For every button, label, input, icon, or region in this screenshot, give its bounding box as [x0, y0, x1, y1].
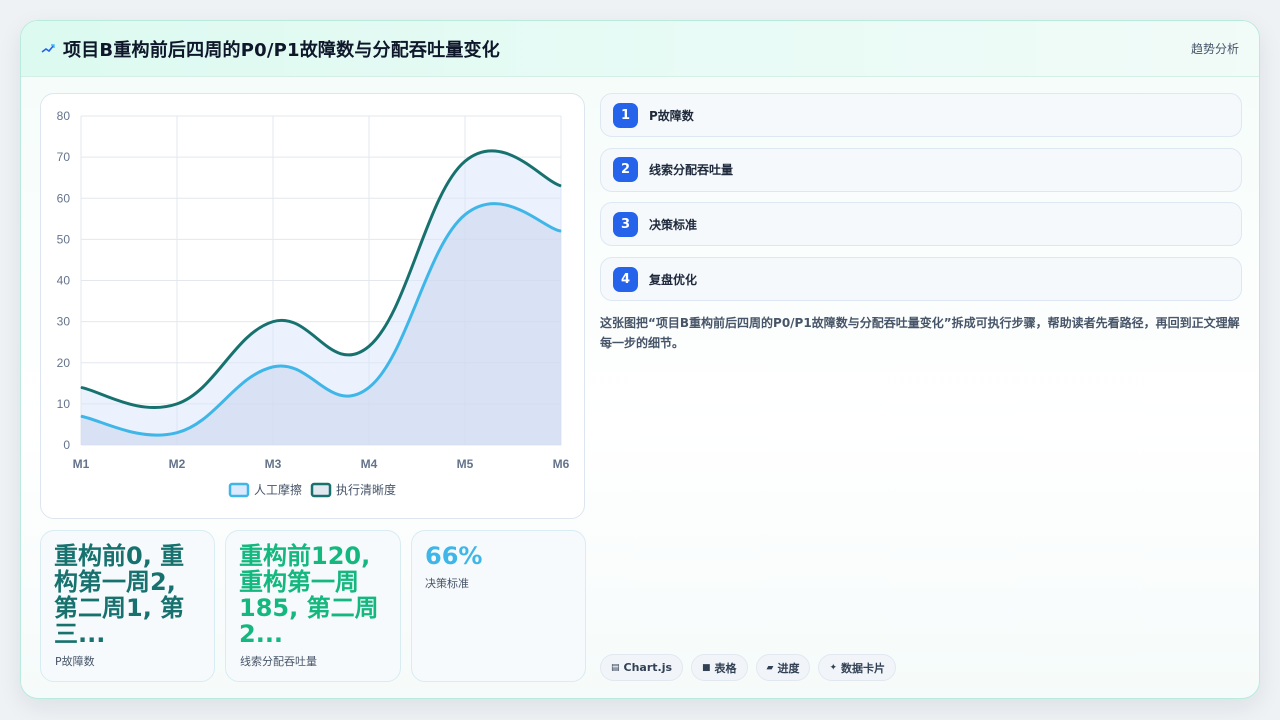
y-tick-label: 80 [57, 109, 71, 123]
stat-card-incidents: 重构前0, 重构第一周2, 第二周1, 第三... P故障数 [40, 530, 215, 682]
y-tick-label: 20 [57, 356, 71, 370]
data-point [176, 432, 178, 434]
stat-card-criteria: 66% 决策标准 [411, 530, 586, 682]
step-label: 复盘优化 [649, 272, 698, 287]
data-point [176, 403, 178, 405]
y-tick-label: 50 [57, 232, 71, 246]
step-number-badge: 1 [613, 102, 638, 128]
data-point [272, 366, 274, 368]
steps-list: 1 P故障数 2 线索分配吞吐量 3 决策标准 4 复盘优化 [600, 93, 1242, 312]
page-title: 项目B重构前后四周的P0/P1故障数与分配吞吐量变化 [63, 39, 500, 61]
chip-label: 数据卡片 [841, 661, 886, 675]
data-point [272, 321, 274, 323]
step-label: 决策标准 [649, 217, 698, 232]
data-point [368, 345, 370, 347]
y-tick-label: 40 [57, 274, 71, 288]
tech-chips: ▤ Chart.js ■ 表格 ▰ 进度 ✦ 数据卡片 [600, 654, 897, 681]
step-item[interactable]: 2 线索分配吞吐量 [600, 147, 1242, 192]
y-tick-label: 70 [57, 150, 71, 164]
y-tick-label: 10 [57, 397, 71, 411]
x-tick-label: M6 [553, 457, 570, 471]
stat-value: 66% [425, 542, 483, 570]
stat-value: 重构前0, 重构第一周2, 第二周1, 第三... [54, 542, 185, 648]
step-number-badge: 2 [613, 157, 638, 183]
step-number-badge: 4 [613, 266, 638, 292]
main-card: 项目B重构前后四周的P0/P1故障数与分配吞吐量变化 趋势分析 0 10 20 30 4… [20, 20, 1260, 699]
stat-value: 重构前120, 重构第一周185, 第二周2... [239, 542, 379, 648]
chip-label: 表格 [714, 661, 737, 675]
chart-icon: ▤ [611, 662, 620, 673]
step-number-badge: 3 [613, 211, 638, 237]
y-tick-label: 0 [63, 438, 70, 452]
step-label: 线索分配吞吐量 [649, 163, 734, 178]
x-tick-label: M5 [457, 457, 474, 471]
data-point [80, 386, 82, 388]
stat-card-throughput: 重构前120, 重构第一周185, 第二周2... 线索分配吞吐量 [225, 530, 401, 682]
chart-panel: 0 10 20 30 40 50 60 70 80 M1 M2 M3 M4 M5 M6 人工摩擦 执行清晰度 [40, 93, 585, 519]
header-title-group: 项目B重构前后四周的P0/P1故障数与分配吞吐量变化 [41, 36, 500, 62]
legend-label: 执行清晰度 [336, 482, 396, 497]
chip-label: 进度 [777, 661, 800, 675]
legend-label: 人工摩擦 [254, 482, 302, 497]
trend-line-icon [41, 43, 55, 53]
chip-table[interactable]: ■ 表格 [691, 654, 748, 681]
y-tick-label: 30 [57, 315, 71, 329]
header-tag: 趋势分析 [1190, 42, 1239, 56]
data-point [464, 160, 466, 162]
step-label: P故障数 [649, 108, 694, 123]
card-header: 项目B重构前后四周的P0/P1故障数与分配吞吐量变化 趋势分析 [21, 21, 1259, 77]
x-tick-label: M2 [169, 457, 186, 471]
progress-icon: ▰ [766, 662, 774, 673]
stat-label: P故障数 [55, 655, 95, 668]
x-tick-label: M1 [73, 457, 90, 471]
legend-swatch [310, 482, 332, 498]
legend-swatch [228, 482, 250, 498]
chip-data-card[interactable]: ✦ 数据卡片 [818, 654, 897, 681]
description-text: 这张图把“项目B重构前后四周的P0/P1故障数与分配吞吐量变化”拆成可执行步骤，… [600, 316, 1240, 350]
data-point [368, 386, 370, 388]
stat-label: 决策标准 [425, 577, 469, 590]
chip-chartjs[interactable]: ▤ Chart.js [600, 654, 684, 681]
table-icon: ■ [702, 662, 711, 673]
area-chart: 0 10 20 30 40 50 60 70 80 M1 M2 M3 M4 M5 M6 人工摩擦 执行清晰度 [57, 109, 570, 498]
step-item[interactable]: 1 P故障数 [600, 93, 1242, 137]
y-tick-label: 60 [57, 191, 71, 205]
stat-label: 线索分配吞吐量 [240, 655, 317, 668]
chip-label: Chart.js [623, 661, 673, 674]
step-item[interactable]: 4 复盘优化 [600, 257, 1242, 302]
data-point [464, 214, 466, 216]
chip-progress[interactable]: ▰ 进度 [755, 654, 811, 681]
data-point [80, 415, 82, 417]
step-item[interactable]: 3 决策标准 [600, 202, 1242, 247]
sparkle-icon: ✦ [829, 662, 838, 673]
x-tick-label: M4 [361, 457, 378, 471]
data-point [560, 230, 562, 232]
data-point [560, 185, 562, 187]
x-tick-label: M3 [265, 457, 282, 471]
